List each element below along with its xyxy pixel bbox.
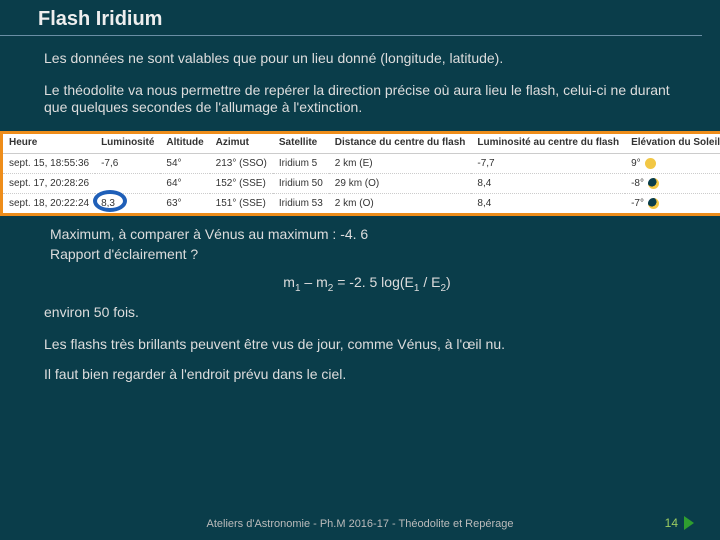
col-heure: Heure: [3, 134, 95, 154]
cell-heure: sept. 18, 20:22:24: [3, 193, 95, 213]
env50-line: environ 50 fois.: [44, 304, 684, 324]
col-az: Azimut: [210, 134, 273, 154]
elev-value: -7°: [631, 198, 644, 209]
elev-value: -8°: [631, 178, 644, 189]
page-number-area: 14: [665, 516, 694, 530]
footer-text: Ateliers d'Astronomie - Ph.M 2016-17 - T…: [0, 518, 720, 530]
cell-alt: 64°: [160, 173, 209, 193]
cell-az: 152° (SSE): [210, 173, 273, 193]
cell-sat: Iridium 50: [273, 173, 329, 193]
max-line: Maximum, à comparer à Vénus au maximum :…: [50, 226, 684, 246]
moon-icon: [648, 178, 659, 189]
table-row: sept. 15, 18:55:36 -7,6 54° 213° (SSO) I…: [3, 153, 720, 173]
cell-heure: sept. 15, 18:55:36: [3, 153, 95, 173]
slide-title: Flash Iridium: [0, 8, 702, 36]
cell-lumc: 8,4: [471, 193, 625, 213]
cell-az: 151° (SSE): [210, 193, 273, 213]
cell-dist: 2 km (O): [329, 193, 472, 213]
flash-table: Heure Luminosité Altitude Azimut Satelli…: [3, 134, 720, 213]
cell-lum-highlighted: 8,3: [95, 193, 160, 213]
cell-alt: 54°: [160, 153, 209, 173]
col-sat: Satellite: [273, 134, 329, 154]
sun-icon: [645, 158, 656, 169]
cell-dist: 2 km (E): [329, 153, 472, 173]
col-elev: Elévation du Soleil: [625, 134, 720, 154]
cell-lum: -7,6: [95, 153, 160, 173]
highlight-circle: [93, 190, 127, 212]
cell-lumc: 8,4: [471, 173, 625, 193]
cell-dist: 29 km (O): [329, 173, 472, 193]
f-m1: m: [283, 274, 295, 290]
next-arrow-icon[interactable]: [684, 516, 694, 530]
f-div: / E: [419, 274, 440, 290]
cell-sat: Iridium 5: [273, 153, 329, 173]
formula: m1 – m2 = -2. 5 log(E1 / E2): [50, 266, 684, 304]
table-row: sept. 18, 20:22:24 8,3 63° 151° (SSE) Ir…: [3, 193, 720, 213]
intro-paragraph-1: Les données ne sont valables que pour un…: [0, 50, 720, 82]
data-table-container: Heure Luminosité Altitude Azimut Satelli…: [0, 131, 720, 216]
elev-value: 9°: [631, 158, 641, 169]
f-end: ): [446, 274, 451, 290]
cell-elev: 9°: [625, 153, 720, 173]
cell-sat: Iridium 53: [273, 193, 329, 213]
col-dist: Distance du centre du flash: [329, 134, 472, 154]
cell-alt: 63°: [160, 193, 209, 213]
cell-lumc: -7,7: [471, 153, 625, 173]
f-eq: = -2. 5 log(E: [333, 274, 414, 290]
rapport-line: Rapport d'éclairement ?: [50, 246, 684, 266]
page-number: 14: [665, 516, 678, 530]
moon-icon: [648, 198, 659, 209]
cell-elev: -7°: [625, 193, 720, 213]
f-mid: – m: [301, 274, 328, 290]
col-lumc: Luminosité au centre du flash: [471, 134, 625, 154]
intro-paragraph-2: Le théodolite va nous permettre de repér…: [0, 82, 720, 131]
cell-az: 213° (SSO): [210, 153, 273, 173]
cell-elev: -8°: [625, 173, 720, 193]
flashday-line: Les flashs très brillants peuvent être v…: [44, 324, 684, 356]
col-lum: Luminosité: [95, 134, 160, 154]
col-alt: Altitude: [160, 134, 209, 154]
cell-heure: sept. 17, 20:28:26: [3, 173, 95, 193]
lookup-line: Il faut bien regarder à l'endroit prévu …: [44, 356, 684, 386]
